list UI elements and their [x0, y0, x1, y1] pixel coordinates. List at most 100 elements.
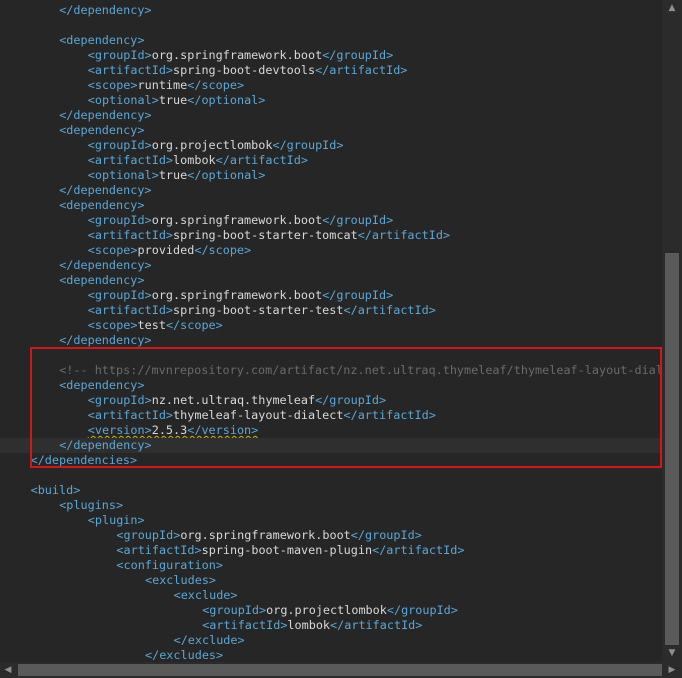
code-line[interactable]: <groupId>org.projectlombok</groupId> — [0, 138, 344, 153]
line-content: <dependency> — [59, 378, 144, 392]
code-line[interactable]: <groupId>org.springframework.boot</group… — [0, 48, 393, 63]
code-line[interactable]: <groupId>org.springframework.boot</group… — [0, 528, 421, 543]
scroll-left-icon[interactable]: ◀ — [0, 662, 16, 678]
line-content: <artifactId>lombok</artifactId> — [202, 618, 422, 632]
code-line[interactable]: <excludes> — [0, 573, 216, 588]
xml-tag: <artifactId> — [87, 153, 174, 167]
scroll-right-icon[interactable]: ▶ — [664, 662, 680, 678]
xml-tag: <dependency> — [59, 33, 145, 47]
code-line[interactable]: <dependency> — [0, 33, 144, 48]
xml-tag: </artifactId> — [330, 618, 423, 632]
xml-tag: </excludes> — [145, 648, 224, 662]
vertical-scrollbar[interactable]: ▲ ▼ — [662, 0, 682, 662]
code-line[interactable]: </dependency> — [0, 3, 151, 18]
xml-tag: </scope> — [165, 318, 223, 332]
code-line[interactable]: <scope>runtime</scope> — [0, 78, 244, 93]
scroll-down-icon[interactable]: ▼ — [662, 645, 682, 662]
xml-tag: <artifactId> — [202, 618, 288, 632]
line-content: <optional>true</optional> — [88, 93, 266, 107]
code-line[interactable]: <dependency> — [0, 378, 144, 393]
code-line[interactable]: </dependency> — [0, 438, 662, 453]
code-line[interactable]: <configuration> — [0, 558, 223, 573]
code-line[interactable]: </dependency> — [0, 333, 151, 348]
code-line[interactable]: <groupId>nz.net.ultraq.thymeleaf</groupI… — [0, 393, 386, 408]
scroll-up-icon[interactable]: ▲ — [662, 0, 682, 17]
code-line[interactable]: <groupId>org.projectlombok</groupId> — [0, 603, 458, 618]
line-content: </dependency> — [59, 333, 151, 347]
code-line[interactable] — [0, 18, 2, 33]
code-line[interactable] — [0, 468, 2, 483]
xml-tag: <artifactId> — [87, 408, 174, 422]
code-line[interactable]: <dependency> — [0, 273, 144, 288]
line-content: <artifactId>spring-boot-maven-plugin</ar… — [116, 543, 464, 557]
xml-text: spring-boot-maven-plugin — [201, 543, 373, 557]
line-content: <scope>provided</scope> — [88, 243, 251, 257]
xml-tag: <optional> — [87, 93, 159, 107]
xml-tag: </optional> — [187, 168, 266, 182]
code-line[interactable]: <optional>true</optional> — [0, 93, 266, 108]
code-line[interactable]: <scope>test</scope> — [0, 318, 223, 333]
code-line[interactable]: </dependency> — [0, 258, 151, 273]
code-line[interactable] — [0, 348, 2, 363]
code-line[interactable]: <optional>true</optional> — [0, 168, 266, 183]
line-content: <groupId>org.projectlombok</groupId> — [202, 603, 458, 617]
line-content: <excludes> — [145, 573, 216, 587]
line-content: </excludes> — [145, 648, 223, 662]
code-line[interactable]: </dependency> — [0, 183, 151, 198]
code-line[interactable]: </dependencies> — [0, 453, 138, 468]
xml-tag: <dependency> — [59, 273, 145, 287]
code-line[interactable]: <artifactId>spring-boot-maven-plugin</ar… — [0, 543, 464, 558]
line-content: <groupId>org.springframework.boot</group… — [88, 48, 393, 62]
code-line[interactable]: </dependency> — [0, 108, 151, 123]
xml-text: org.springframework.boot — [180, 528, 351, 542]
horizontal-scroll-thumb[interactable] — [18, 664, 662, 676]
code-line[interactable]: <artifactId>spring-boot-devtools</artifa… — [0, 63, 408, 78]
xml-text: nz.net.ultraq.thymeleaf — [151, 393, 316, 407]
code-editor[interactable]: </dependency> <dependency> <groupId>org.sp… — [0, 0, 662, 662]
line-content: <artifactId>spring-boot-starter-tomcat</… — [88, 228, 450, 242]
code-line[interactable]: <artifactId>spring-boot-starter-tomcat</… — [0, 228, 450, 243]
line-content: <!-- https://mvnrepository.com/artifact/… — [59, 363, 662, 377]
xml-comment: <!-- https://mvnrepository.com/artifact/… — [59, 363, 662, 377]
line-content: <dependency> — [59, 273, 144, 287]
code-line[interactable]: </exclude> — [0, 633, 245, 648]
code-line[interactable]: </excludes> — [0, 648, 223, 662]
xml-tag: </version> — [187, 423, 259, 437]
code-line[interactable]: <groupId>org.springframework.boot</group… — [0, 288, 393, 303]
xml-text: true — [158, 93, 188, 107]
code-line[interactable]: <exclude> — [0, 588, 238, 603]
code-line[interactable]: <artifactId>thymeleaf-layout-dialect</ar… — [0, 408, 436, 423]
xml-tag: </groupId> — [272, 138, 344, 152]
code-line[interactable]: <dependency> — [0, 198, 144, 213]
code-line[interactable]: <scope>provided</scope> — [0, 243, 251, 258]
line-content: <exclude> — [174, 588, 238, 602]
xml-text: lombok — [173, 153, 216, 167]
xml-tag: </groupId> — [386, 603, 458, 617]
xml-tag: </scope> — [194, 243, 252, 257]
xml-tag: </groupId> — [322, 48, 394, 62]
xml-tag: <scope> — [87, 318, 138, 332]
line-content: <configuration> — [116, 558, 223, 572]
code-line[interactable]: <artifactId>spring-boot-starter-test</ar… — [0, 303, 436, 318]
xml-tag: <dependency> — [59, 378, 145, 392]
code-line[interactable]: <dependency> — [0, 123, 144, 138]
code-line[interactable]: <plugin> — [0, 513, 145, 528]
code-line[interactable]: <version>2.5.3</version> — [0, 423, 258, 438]
code-line[interactable]: <artifactId>lombok</artifactId> — [0, 618, 422, 633]
xml-tag: <plugin> — [87, 513, 145, 527]
code-line[interactable]: <groupId>org.springframework.boot</group… — [0, 213, 393, 228]
line-content: <groupId>org.springframework.boot</group… — [88, 288, 393, 302]
code-line[interactable]: <plugins> — [0, 498, 123, 513]
xml-text: spring-boot-starter-tomcat — [173, 228, 358, 242]
xml-text: org.springframework.boot — [151, 213, 323, 227]
code-line[interactable]: <artifactId>lombok</artifactId> — [0, 153, 308, 168]
xml-tag: </dependency> — [59, 333, 152, 347]
code-line[interactable]: <!-- https://mvnrepository.com/artifact/… — [0, 363, 662, 378]
line-content: <build> — [31, 483, 81, 497]
xml-tag: </exclude> — [173, 633, 245, 647]
line-content: <groupId>org.springframework.boot</group… — [88, 213, 393, 227]
horizontal-scrollbar[interactable]: ◀ ▶ — [0, 662, 682, 678]
code-line[interactable]: <build> — [0, 483, 81, 498]
xml-tag: <version> — [87, 423, 152, 437]
vertical-scroll-thumb[interactable] — [665, 253, 679, 645]
